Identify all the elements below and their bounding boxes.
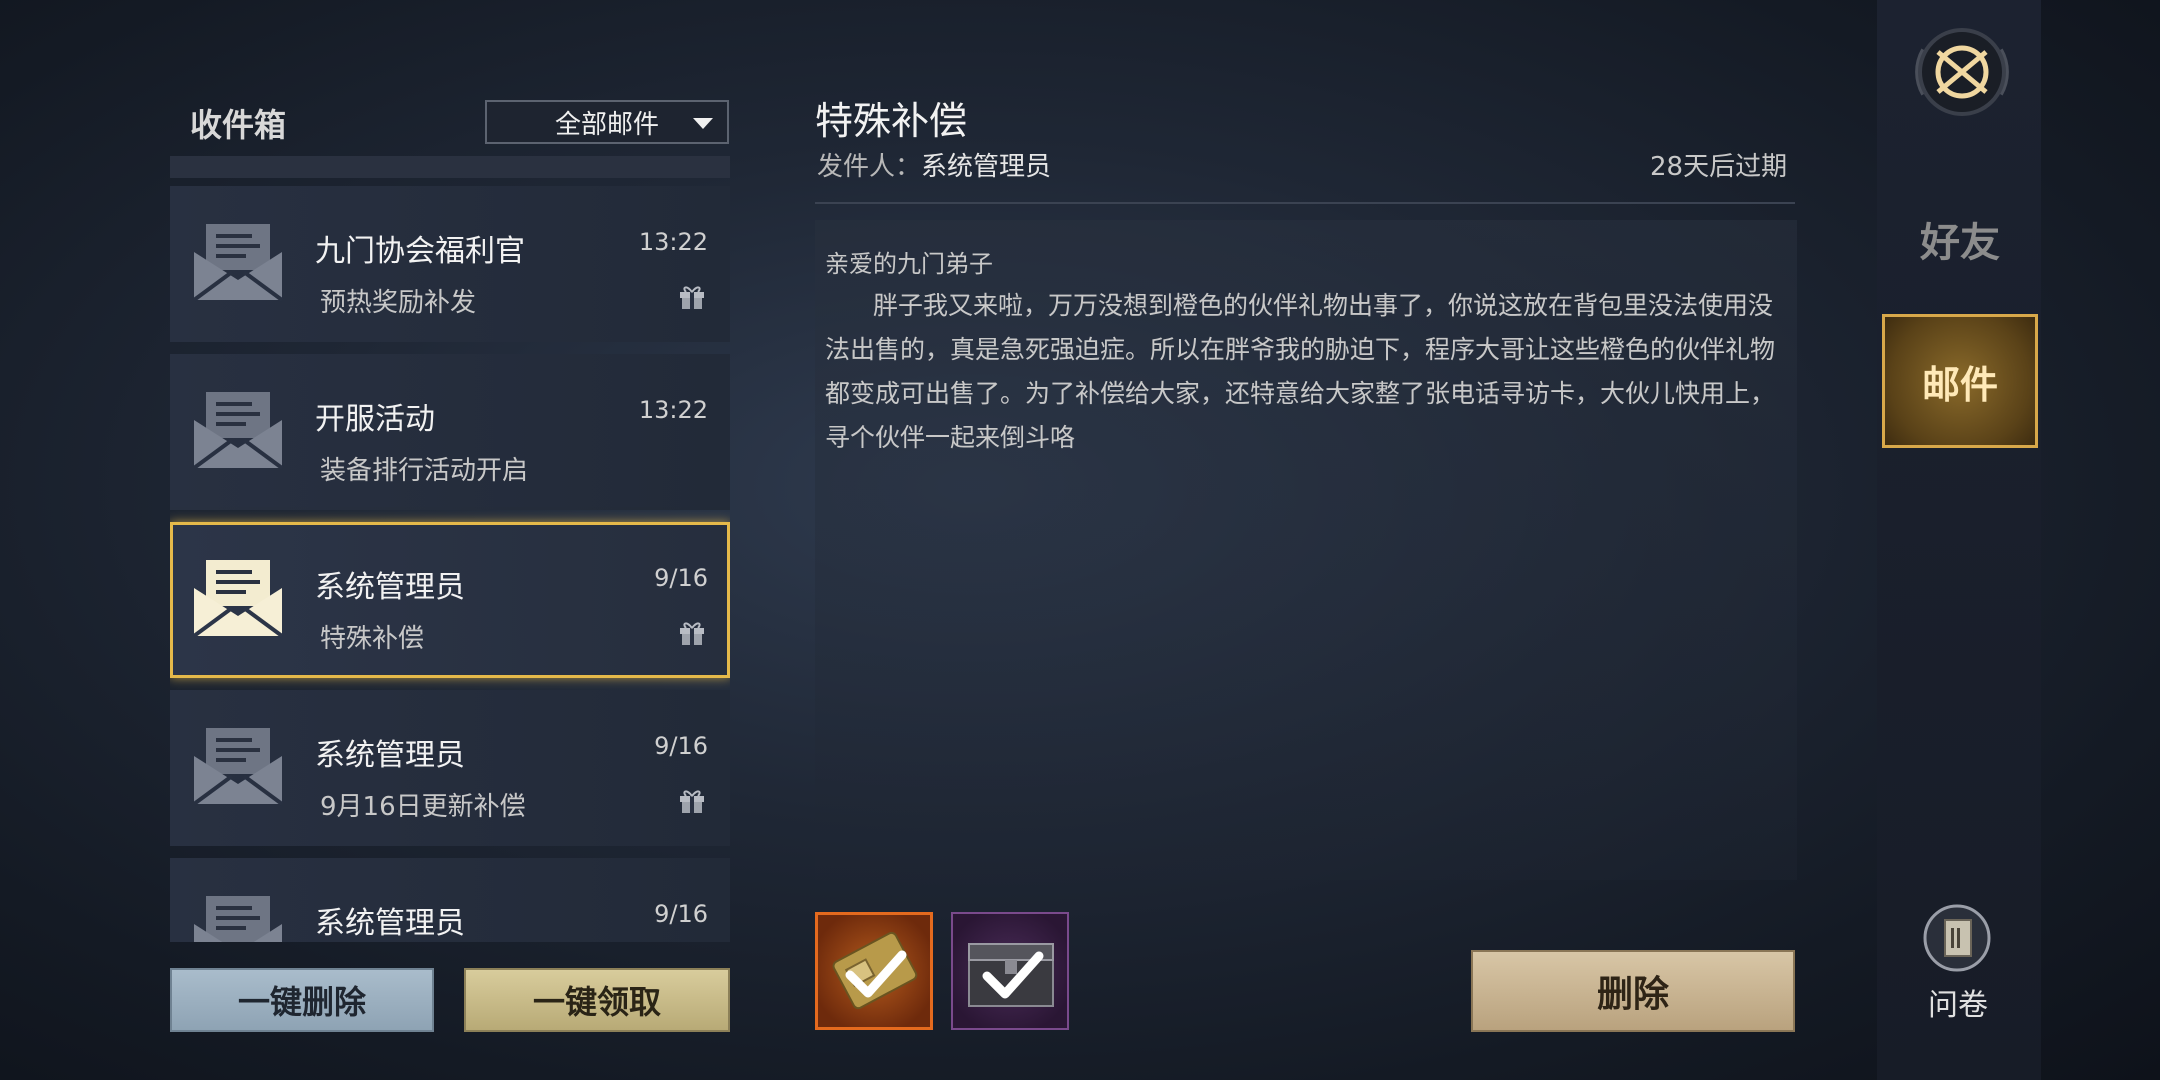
tab-mail-active[interactable]: 邮件 — [1882, 314, 2038, 448]
envelope-open-icon — [194, 896, 282, 942]
mail-sender: 系统管理员 — [315, 906, 465, 941]
envelope-open-icon — [192, 224, 284, 302]
mail-sender: 九门协会福利官 — [315, 234, 525, 269]
envelope-open-icon — [192, 560, 284, 638]
mail-filter-label: 全部邮件 — [554, 109, 659, 140]
phone-card-icon — [832, 931, 918, 1010]
mail-filter-dropdown[interactable]: 全部邮件 — [485, 100, 729, 144]
mail-list-item-selected[interactable]: 系统管理员 9/16 特殊补偿 — [170, 522, 730, 678]
mail-subject: 预热奖励补发 — [320, 288, 477, 318]
gift-icon — [680, 286, 704, 309]
inbox-title: 收件箱 — [190, 106, 287, 144]
mail-sender: 系统管理员 — [315, 738, 465, 773]
gift-icon — [680, 622, 704, 645]
mail-body-text: 胖子我又来啦，万万没想到橙色的伙伴礼物出事了，你说这放在背包里没法使用没法出售的… — [825, 291, 1776, 452]
mail-time: 13:22 — [638, 396, 708, 424]
envelope-open-icon — [192, 392, 284, 470]
claim-all-button[interactable]: 一键领取 — [464, 968, 730, 1032]
close-icon[interactable] — [1910, 20, 2014, 124]
mail-greeting: 亲爱的九门弟子 — [825, 250, 993, 278]
mail-list-item[interactable]: 九门协会福利官 13:22 预热奖励补发 — [170, 186, 730, 342]
sender-name: 系统管理员 — [921, 152, 1052, 182]
mail-time: 9/16 — [654, 732, 708, 760]
mail-sender: 系统管理员 — [315, 570, 465, 605]
mail-subject: 装备排行活动开启 — [320, 456, 529, 486]
mail-title: 特殊补偿 — [815, 99, 968, 143]
mail-expiry: 28天后过期 — [1650, 152, 1788, 182]
mail-list-item[interactable]: 系统管理员 9/16 — [170, 858, 730, 942]
dropdown-arrow-icon — [693, 118, 713, 129]
delete-all-button[interactable]: 一键删除 — [170, 968, 434, 1032]
chest-icon — [968, 943, 1054, 1007]
delete-mail-button[interactable]: 删除 — [1471, 950, 1795, 1032]
attachment-slot[interactable] — [951, 912, 1069, 1030]
divider — [815, 202, 1795, 204]
sender-prefix: 发件人： — [817, 152, 922, 182]
survey-book-icon[interactable] — [1923, 904, 1991, 972]
mail-subject: 特殊补偿 — [320, 624, 425, 654]
mail-time: 9/16 — [654, 900, 708, 928]
gift-icon — [680, 790, 704, 813]
mail-sender-line: 发件人：系统管理员 — [817, 146, 1051, 183]
envelope-open-icon — [192, 728, 284, 806]
mail-subject: 9月16日更新补偿 — [320, 792, 526, 822]
list-scroll-edge — [170, 156, 730, 178]
tab-friends[interactable]: 好友 — [1900, 210, 2020, 268]
attachment-slot[interactable] — [815, 912, 933, 1030]
mail-time: 9/16 — [654, 564, 708, 592]
survey-label[interactable]: 问卷 — [1900, 980, 2016, 1024]
mail-sender: 开服活动 — [315, 402, 435, 437]
mail-list-item[interactable]: 开服活动 13:22 装备排行活动开启 — [170, 354, 730, 510]
mail-list-item[interactable]: 系统管理员 9/16 9月16日更新补偿 — [170, 690, 730, 846]
mail-time: 13:22 — [638, 228, 708, 256]
mail-list[interactable]: 九门协会福利官 13:22 预热奖励补发 开服活动 13:22 装备排行活动开启 — [170, 186, 730, 942]
